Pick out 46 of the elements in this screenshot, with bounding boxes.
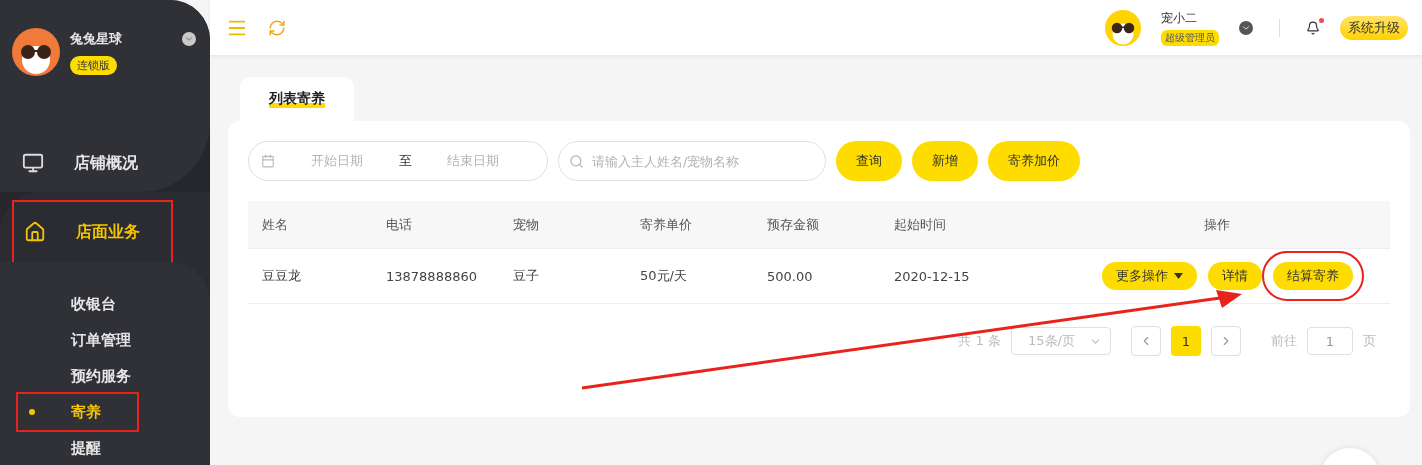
table-cell-text: 2020-12-15 xyxy=(894,268,971,284)
column-header: 电话 xyxy=(386,215,413,234)
tab[interactable]: 列表寄养 xyxy=(240,77,354,121)
submenu-item[interactable]: 寄养 xyxy=(18,394,137,430)
page-button[interactable]: 1 xyxy=(1171,326,1201,356)
column-header: 操作 xyxy=(1203,215,1231,234)
column-header: 姓名 xyxy=(262,215,289,234)
dropdown-icon[interactable] xyxy=(182,32,196,46)
menu-item[interactable]: 店面业务 xyxy=(14,202,171,262)
action-button[interactable]: 详情 xyxy=(1207,262,1262,290)
role-badge: 超级管理员 xyxy=(1161,29,1219,46)
next-page-button[interactable] xyxy=(1211,326,1241,356)
table-cell-text: 13878888860 xyxy=(386,268,478,284)
submenu-item[interactable]: 预约服务 xyxy=(18,358,137,394)
submenu-item[interactable]: 订单管理 xyxy=(18,322,137,358)
filter-button[interactable]: 查询 xyxy=(836,141,902,181)
menu-item[interactable]: 店铺概况 xyxy=(12,134,196,192)
action-button[interactable]: 更多操作 xyxy=(1101,262,1197,290)
dropdown-icon[interactable] xyxy=(1239,20,1253,35)
search-icon xyxy=(569,153,584,169)
prev-page-button[interactable] xyxy=(1131,326,1161,356)
filter-button[interactable]: 寄养加价 xyxy=(988,141,1080,181)
upgrade-button[interactable]: 系统升级 xyxy=(1340,15,1408,40)
goto-suffix: 页 xyxy=(1363,332,1376,350)
caret-icon xyxy=(1173,273,1183,279)
submenu-item[interactable]: 收银台 xyxy=(18,286,137,322)
column-header: 寄养单价 xyxy=(640,215,693,234)
user-name: 宠小二 xyxy=(1161,9,1198,27)
table-cell-text: 豆豆龙 xyxy=(262,267,302,285)
calendar-icon xyxy=(261,154,275,168)
store-name: 兔兔星球 xyxy=(70,30,123,48)
column-header: 起始时间 xyxy=(894,215,947,234)
edition-badge: 连锁版 xyxy=(70,56,117,75)
submenu-item[interactable]: 提醒 xyxy=(18,430,137,465)
home-icon xyxy=(24,221,46,243)
column-header: 宠物 xyxy=(513,215,540,234)
table-cell-text: 50元/天 xyxy=(640,267,688,285)
refresh-icon[interactable] xyxy=(268,18,286,37)
cartoon-avatar-icon xyxy=(12,28,60,76)
column-header: 预存金额 xyxy=(767,215,820,234)
monitor-icon xyxy=(22,152,44,174)
table-cell-text: 500.00 xyxy=(767,268,814,284)
filter-button[interactable]: 新增 xyxy=(912,141,978,181)
table-cell-text: 豆子 xyxy=(513,267,540,285)
cartoon-avatar-icon xyxy=(1105,9,1141,46)
goto-label: 前往 xyxy=(1271,332,1297,350)
